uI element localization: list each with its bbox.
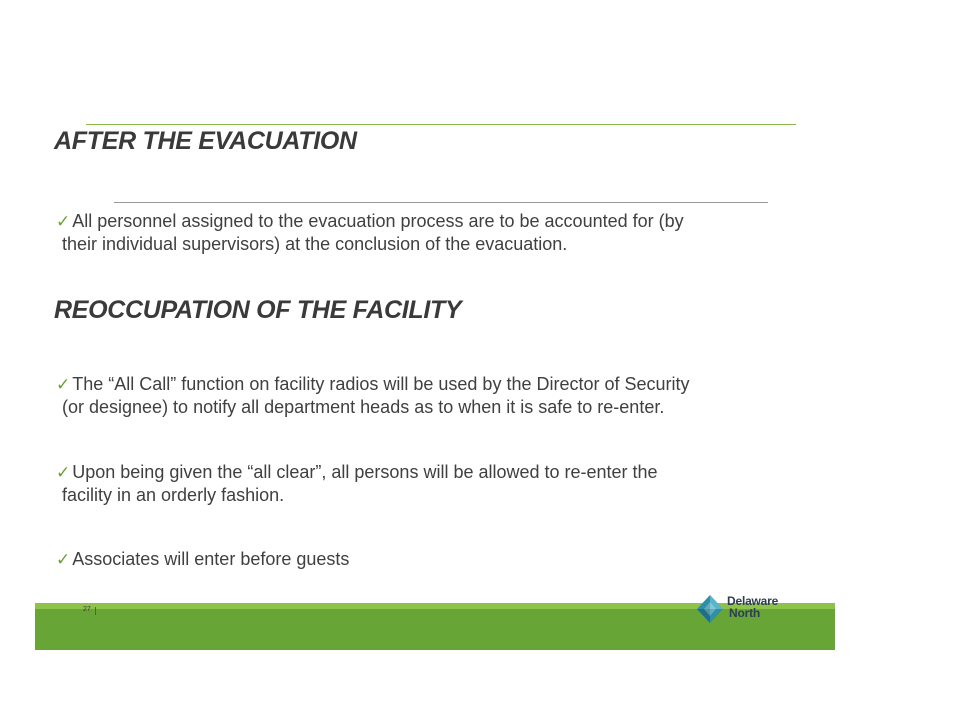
checkmark-icon: ✓: [56, 550, 71, 569]
bullet-text-line: (or designee) to notify all department h…: [62, 397, 665, 417]
section-heading-reoccupation: REOCCUPATION OF THE FACILITY: [54, 296, 462, 324]
bullet-item: ✓ All personnel assigned to the evacuatio…: [56, 210, 796, 255]
section-heading-after-evacuation: AFTER THE EVACUATION: [54, 127, 357, 155]
divider-line: [114, 202, 768, 203]
bullet-text-line: Upon being given the “all clear”, all pe…: [72, 462, 658, 482]
top-accent-line: [86, 124, 796, 125]
logo-wordmark: Delaware North: [727, 595, 778, 619]
delaware-north-logo: Delaware North: [695, 593, 795, 627]
bullet-item: ✓ The “All Call” function on facility rad…: [56, 373, 796, 418]
logo-line-2: North: [729, 606, 760, 620]
checkmark-icon: ✓: [56, 463, 71, 482]
bullet-text-line: All personnel assigned to the evacuation…: [72, 211, 684, 231]
checkmark-icon: ✓: [56, 212, 71, 231]
footer-bar: 27 Delaware North: [35, 595, 835, 650]
delaware-north-diamond-icon: [697, 595, 723, 623]
bullet-item: ✓ Associates will enter before guests: [56, 548, 796, 571]
page-number-divider: [95, 607, 96, 615]
checkmark-icon: ✓: [56, 375, 71, 394]
page-number: 27: [83, 606, 91, 613]
bullet-text-line: facility in an orderly fashion.: [62, 485, 285, 505]
bullet-text-line: Associates will enter before guests: [72, 549, 350, 569]
bullet-text-line: their individual supervisors) at the con…: [62, 234, 568, 254]
bullet-item: ✓ Upon being given the “all clear”, all p…: [56, 461, 796, 506]
bullet-text-line: The “All Call” function on facility radi…: [72, 374, 690, 394]
